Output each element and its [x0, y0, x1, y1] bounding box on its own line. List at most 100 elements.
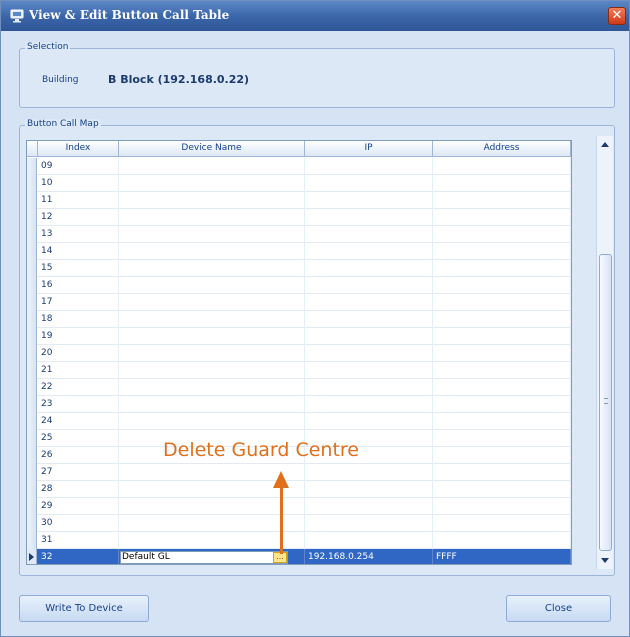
- scroll-thumb[interactable]: [599, 254, 612, 551]
- row-header[interactable]: [27, 226, 37, 243]
- cell-ip[interactable]: [305, 464, 433, 481]
- cell-address[interactable]: [433, 294, 571, 311]
- cell-device-name[interactable]: [119, 311, 305, 328]
- cell-ip[interactable]: [305, 481, 433, 498]
- title-bar[interactable]: View & Edit Button Call Table ✕: [1, 1, 629, 31]
- cell-ip[interactable]: [305, 515, 433, 532]
- table-row[interactable]: 13: [27, 226, 571, 243]
- table-row[interactable]: 28: [27, 481, 571, 498]
- cell-index[interactable]: 11: [38, 192, 119, 209]
- cell-index[interactable]: 22: [38, 379, 119, 396]
- cell-ip[interactable]: [305, 379, 433, 396]
- row-header[interactable]: [27, 311, 37, 328]
- cell-address[interactable]: [433, 311, 571, 328]
- row-header[interactable]: [27, 294, 37, 311]
- table-row[interactable]: 20: [27, 345, 571, 362]
- cell-ip[interactable]: [305, 277, 433, 294]
- cell-address[interactable]: [433, 464, 571, 481]
- cell-ip[interactable]: [305, 396, 433, 413]
- device-name-input[interactable]: Default GL: [120, 551, 288, 564]
- cell-index[interactable]: 10: [38, 175, 119, 192]
- column-header-device-name[interactable]: Device Name: [119, 141, 305, 157]
- row-header[interactable]: [27, 362, 37, 379]
- cell-device-name[interactable]: [119, 362, 305, 379]
- table-row[interactable]: 10: [27, 175, 571, 192]
- row-header[interactable]: [27, 481, 37, 498]
- cell-ip[interactable]: [305, 175, 433, 192]
- cell-index[interactable]: 27: [38, 464, 119, 481]
- cell-index[interactable]: 21: [38, 362, 119, 379]
- row-header[interactable]: [27, 413, 37, 430]
- cell-device-name[interactable]: [119, 192, 305, 209]
- table-row[interactable]: 24: [27, 413, 571, 430]
- cell-index[interactable]: 23: [38, 396, 119, 413]
- cell-index[interactable]: 20: [38, 345, 119, 362]
- cell-ip[interactable]: [305, 294, 433, 311]
- cell-index[interactable]: 13: [38, 226, 119, 243]
- row-header[interactable]: [27, 498, 37, 515]
- cell-device-name[interactable]: [119, 260, 305, 277]
- close-button[interactable]: Close: [506, 595, 611, 622]
- column-header-ip[interactable]: IP: [305, 141, 433, 157]
- cell-address[interactable]: [433, 192, 571, 209]
- cell-address[interactable]: [433, 226, 571, 243]
- cell-index[interactable]: 14: [38, 243, 119, 260]
- cell-ip[interactable]: [305, 532, 433, 549]
- row-header[interactable]: [27, 532, 37, 549]
- cell-address[interactable]: [433, 277, 571, 294]
- cell-device-name[interactable]: [119, 175, 305, 192]
- cell-index[interactable]: 29: [38, 498, 119, 515]
- cell-device-name[interactable]: [119, 209, 305, 226]
- cell-index[interactable]: 25: [38, 430, 119, 447]
- cell-index[interactable]: 28: [38, 481, 119, 498]
- cell-index[interactable]: 16: [38, 277, 119, 294]
- cell-index[interactable]: 19: [38, 328, 119, 345]
- table-row[interactable]: 32 192.168.0.254 FFFF Default GL...: [27, 549, 571, 564]
- row-header[interactable]: [27, 192, 37, 209]
- cell-ip[interactable]: 192.168.0.254: [305, 549, 433, 564]
- cell-address[interactable]: [433, 498, 571, 515]
- row-header[interactable]: [27, 328, 37, 345]
- table-row[interactable]: 18: [27, 311, 571, 328]
- table-row[interactable]: 16: [27, 277, 571, 294]
- table-row[interactable]: 09: [27, 158, 571, 175]
- table-row[interactable]: 14: [27, 243, 571, 260]
- table-row[interactable]: 22: [27, 379, 571, 396]
- cell-device-name[interactable]: [119, 345, 305, 362]
- cell-index[interactable]: 09: [38, 158, 119, 175]
- table-row[interactable]: 27: [27, 464, 571, 481]
- cell-ip[interactable]: [305, 498, 433, 515]
- cell-address[interactable]: [433, 413, 571, 430]
- cell-device-name[interactable]: [119, 328, 305, 345]
- cell-address[interactable]: [433, 362, 571, 379]
- cell-ip[interactable]: [305, 209, 433, 226]
- cell-index[interactable]: 32: [38, 549, 119, 564]
- row-header[interactable]: [27, 277, 37, 294]
- cell-address[interactable]: [433, 447, 571, 464]
- table-row[interactable]: 12: [27, 209, 571, 226]
- cell-ip[interactable]: [305, 192, 433, 209]
- column-header-address[interactable]: Address: [433, 141, 571, 157]
- cell-device-name[interactable]: [119, 226, 305, 243]
- cell-index[interactable]: 30: [38, 515, 119, 532]
- row-header[interactable]: [27, 464, 37, 481]
- cell-device-name[interactable]: [119, 379, 305, 396]
- cell-device-name[interactable]: [119, 413, 305, 430]
- row-header[interactable]: [27, 260, 37, 277]
- cell-ip[interactable]: [305, 362, 433, 379]
- cell-device-name[interactable]: [119, 532, 305, 549]
- close-icon[interactable]: ✕: [608, 7, 626, 25]
- table-row[interactable]: 31: [27, 532, 571, 549]
- cell-ip[interactable]: [305, 158, 433, 175]
- table-row[interactable]: 29: [27, 498, 571, 515]
- row-header[interactable]: [27, 430, 37, 447]
- column-header-index[interactable]: Index: [38, 141, 119, 157]
- row-header[interactable]: [27, 379, 37, 396]
- cell-address[interactable]: [433, 328, 571, 345]
- cell-address[interactable]: [433, 396, 571, 413]
- cell-device-name[interactable]: [119, 515, 305, 532]
- cell-address[interactable]: [433, 515, 571, 532]
- cell-address[interactable]: [433, 379, 571, 396]
- cell-index[interactable]: 18: [38, 311, 119, 328]
- table-row[interactable]: 15: [27, 260, 571, 277]
